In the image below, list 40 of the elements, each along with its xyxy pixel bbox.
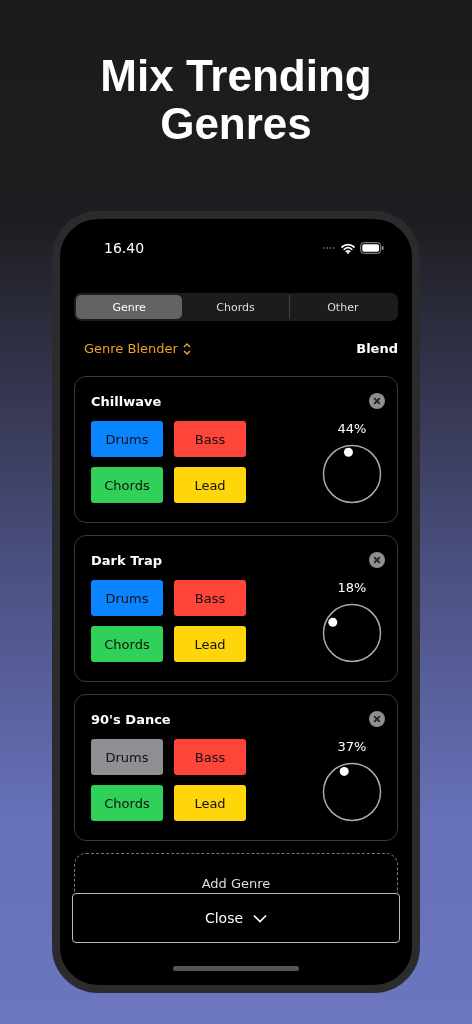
remove-icon[interactable] <box>369 711 385 727</box>
instrument-pad[interactable]: Lead <box>174 467 246 503</box>
instrument-pad[interactable]: Chords <box>91 785 163 821</box>
segment-tab[interactable]: Genre <box>76 295 183 319</box>
mix-knob[interactable] <box>322 444 382 504</box>
remove-icon[interactable] <box>369 552 385 568</box>
knob-indicator[interactable] <box>328 617 338 627</box>
status-time: 16.40 <box>104 240 145 256</box>
instrument-pad[interactable]: Bass <box>174 421 246 457</box>
mix-knob[interactable] <box>322 603 382 663</box>
mix-knob[interactable] <box>322 762 382 822</box>
wifi-icon <box>341 242 355 254</box>
instrument-pad[interactable]: Chords <box>91 467 163 503</box>
mix-percent: 44% <box>337 421 367 436</box>
remove-icon[interactable] <box>369 393 385 409</box>
genre-name: Chillwave <box>91 394 162 409</box>
chevron-down-icon <box>253 913 268 923</box>
battery-icon <box>360 242 384 254</box>
instrument-pad[interactable]: Lead <box>174 785 246 821</box>
headline: Mix Trending Genres <box>99 52 373 148</box>
instrument-pad[interactable]: Drums <box>91 580 163 616</box>
mix-percent: 37% <box>337 739 367 754</box>
instrument-pad[interactable]: Lead <box>174 626 246 662</box>
instrument-pad[interactable]: Drums <box>91 421 163 457</box>
segment-tab[interactable]: Chords <box>182 295 289 319</box>
instrument-pad[interactable]: Drums <box>91 739 163 775</box>
instrument-pad[interactable]: Chords <box>91 626 163 662</box>
close-button[interactable]: Close <box>72 893 400 943</box>
signal-icon <box>322 246 336 250</box>
knob-indicator[interactable] <box>339 766 349 776</box>
instrument-pad[interactable]: Bass <box>174 739 246 775</box>
chevron-updown-icon <box>181 341 192 356</box>
blend-button[interactable]: Blend <box>356 341 398 356</box>
mix-percent: 18% <box>337 580 367 595</box>
segment-tab[interactable]: Other <box>288 295 396 319</box>
instrument-pad[interactable]: Bass <box>174 580 246 616</box>
genre-name: 90's Dance <box>91 712 171 727</box>
genre-picker[interactable]: Genre Blender <box>84 341 192 356</box>
genre-name: Dark Trap <box>91 553 163 568</box>
knob-indicator[interactable] <box>343 447 353 457</box>
